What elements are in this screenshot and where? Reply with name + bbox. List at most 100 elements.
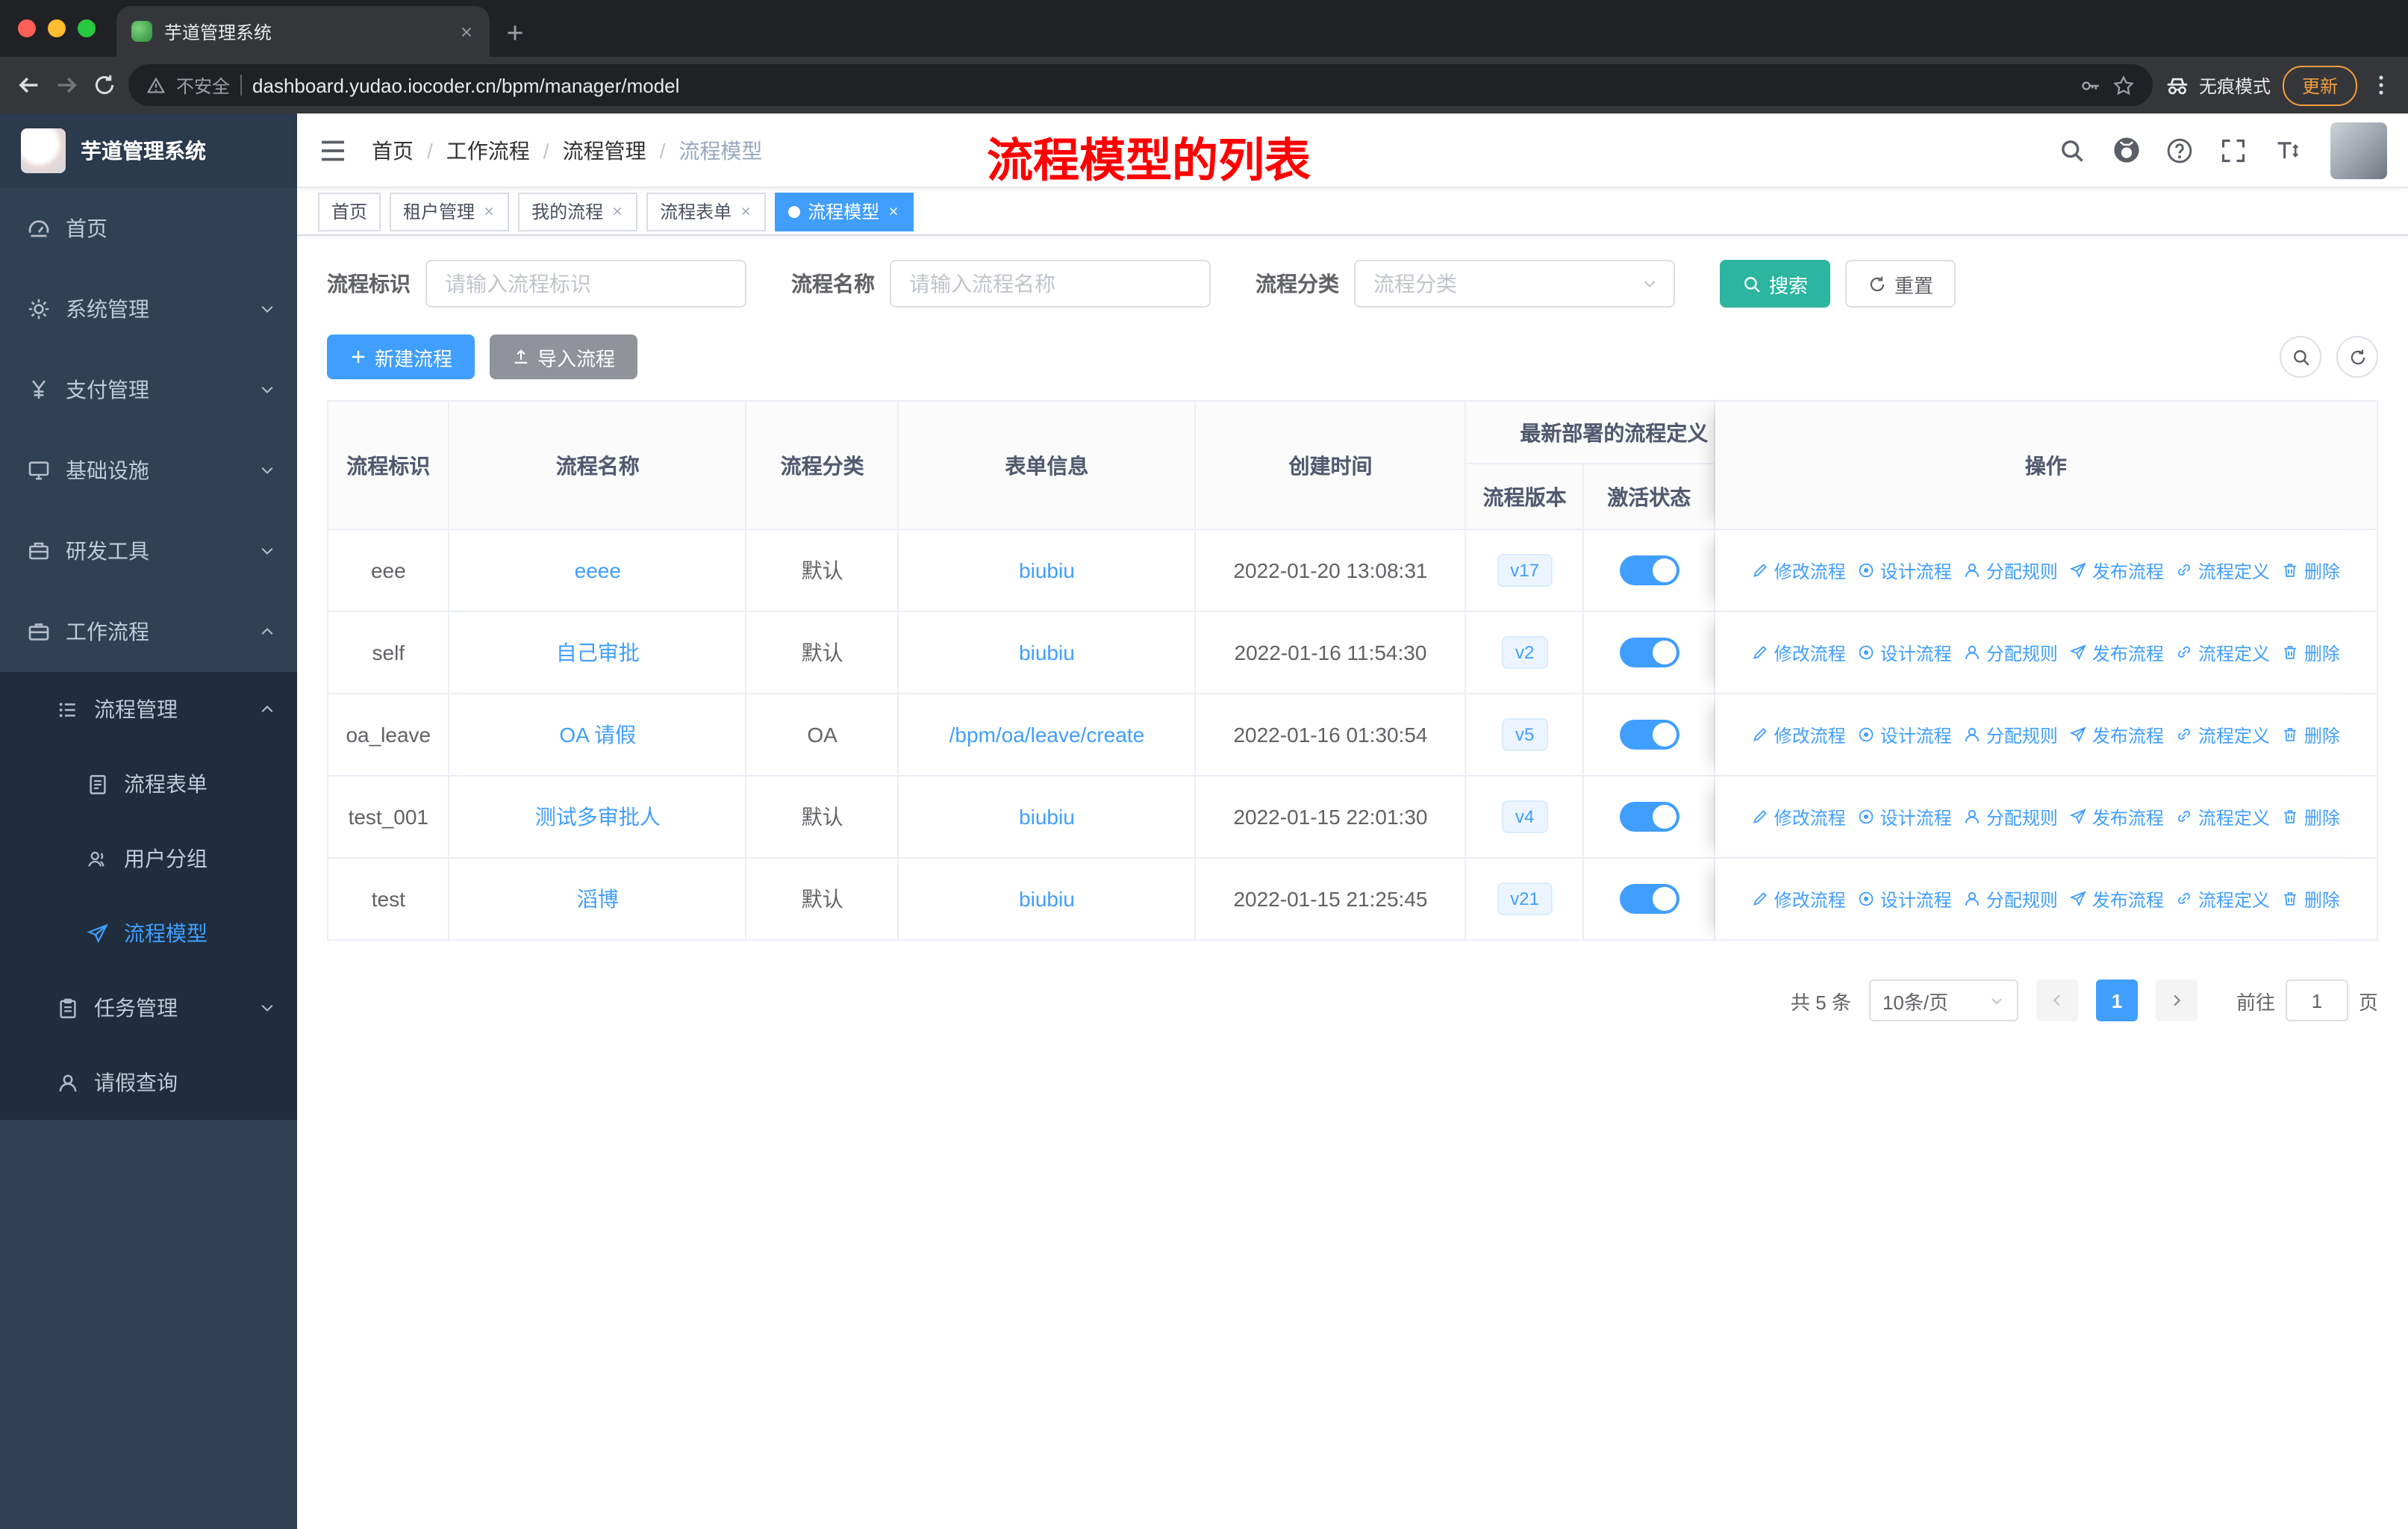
toggle-search-button[interactable] [2280,336,2321,378]
action-delete-link[interactable]: 删除 [2282,886,2340,912]
action-edit-link[interactable]: 修改流程 [1752,558,1846,583]
sidebar-item-leave-query[interactable]: 请假查询 [0,1045,297,1120]
active-status-toggle[interactable] [1619,802,1679,832]
prev-page-button[interactable] [2036,980,2078,1021]
action-publish-link[interactable]: 发布流程 [2070,804,2164,829]
sidebar-item-home[interactable]: 首页 [0,188,297,269]
action-publish-link[interactable]: 发布流程 [2070,722,2164,747]
action-publish-link[interactable]: 发布流程 [2070,886,2164,912]
form-link[interactable]: biubiu [1019,805,1075,829]
action-definition-link[interactable]: 流程定义 [2176,886,2270,912]
process-name-link[interactable]: 自己审批 [556,641,640,664]
action-delete-link[interactable]: 删除 [2282,558,2340,583]
form-link[interactable]: biubiu [1019,641,1075,664]
active-status-toggle[interactable] [1619,720,1679,750]
header-search-icon[interactable] [2053,131,2092,169]
tag-tenant[interactable]: 租户管理 [390,192,510,231]
browser-update-button[interactable]: 更新 [2282,65,2357,105]
sidebar-item-process-form[interactable]: 流程表单 [0,747,297,821]
process-name-link[interactable]: 测试多审批人 [535,805,661,829]
forward-icon[interactable] [54,72,81,99]
version-badge[interactable]: v2 [1501,636,1548,669]
action-assign-link[interactable]: 分配规则 [1964,886,2058,912]
action-definition-link[interactable]: 流程定义 [2176,640,2270,665]
tag-close-icon[interactable] [611,205,624,218]
form-link[interactable]: biubiu [1019,558,1075,582]
tab-close-icon[interactable] [458,23,475,40]
sidebar-item-infrastructure[interactable]: 基础设施 [0,430,297,511]
action-delete-link[interactable]: 删除 [2282,804,2340,829]
version-badge[interactable]: v5 [1501,718,1548,751]
page-size-select[interactable]: 10条/页 [1868,980,2018,1021]
next-page-button[interactable] [2155,980,2198,1021]
sidebar-item-process-management[interactable]: 流程管理 [0,672,297,747]
search-button[interactable]: 搜索 [1720,260,1831,308]
page-number-button[interactable]: 1 [2095,980,2138,1021]
fullscreen-icon[interactable] [2214,131,2253,169]
breadcrumb-item[interactable]: 首页 [372,135,446,165]
help-icon[interactable] [2160,131,2199,169]
breadcrumb-item[interactable]: 工作流程 [446,135,563,165]
action-edit-link[interactable]: 修改流程 [1752,886,1846,912]
action-definition-link[interactable]: 流程定义 [2176,558,2270,583]
process-name-input[interactable] [890,260,1211,308]
new-tab-button[interactable] [505,22,525,43]
process-name-link[interactable]: eeee [575,558,621,582]
window-zoom-button[interactable] [78,19,96,37]
action-design-link[interactable]: 设计流程 [1858,804,1952,829]
version-badge[interactable]: v4 [1501,800,1548,833]
action-edit-link[interactable]: 修改流程 [1752,804,1846,829]
sidebar-item-process-model[interactable]: 流程模型 [0,896,297,971]
address-bar[interactable]: 不安全 dashboard.yudao.iocoder.cn/bpm/manag… [128,64,2153,106]
import-process-button[interactable]: 导入流程 [490,334,638,379]
action-design-link[interactable]: 设计流程 [1858,558,1952,583]
sidebar-item-payment[interactable]: 支付管理 [0,349,297,430]
active-status-toggle[interactable] [1619,638,1679,667]
sidebar-item-task-management[interactable]: 任务管理 [0,971,297,1045]
action-edit-link[interactable]: 修改流程 [1752,640,1846,665]
action-design-link[interactable]: 设计流程 [1858,722,1952,747]
process-key-input[interactable] [425,260,746,308]
create-process-button[interactable]: 新建流程 [327,334,475,379]
reset-button[interactable]: 重置 [1845,260,1956,308]
back-icon[interactable] [15,72,42,99]
hamburger-icon[interactable] [318,135,348,165]
sidebar-item-user-group[interactable]: 用户分组 [0,821,297,896]
font-size-icon[interactable] [2268,131,2306,169]
user-avatar[interactable] [2330,122,2387,178]
tag-my-process[interactable]: 我的流程 [518,192,638,231]
action-assign-link[interactable]: 分配规则 [1964,804,2058,829]
tag-home[interactable]: 首页 [318,192,381,231]
active-status-toggle[interactable] [1619,884,1679,914]
window-minimize-button[interactable] [48,19,66,37]
action-delete-link[interactable]: 删除 [2282,722,2340,747]
form-link[interactable]: biubiu [1019,887,1075,911]
github-icon[interactable] [2106,131,2145,169]
password-key-icon[interactable] [2080,74,2102,96]
version-badge[interactable]: v17 [1497,554,1553,587]
active-status-toggle[interactable] [1619,555,1679,585]
form-link[interactable]: /bpm/oa/leave/create [949,723,1145,747]
action-design-link[interactable]: 设计流程 [1858,640,1952,665]
not-secure-warning-icon[interactable] [146,75,166,95]
action-design-link[interactable]: 设计流程 [1858,886,1952,912]
sidebar-item-system[interactable]: 系统管理 [0,269,297,349]
action-definition-link[interactable]: 流程定义 [2176,804,2270,829]
process-name-link[interactable]: OA 请假 [559,723,636,747]
sidebar-item-devtools[interactable]: 研发工具 [0,511,297,591]
process-category-select[interactable]: 流程分类 [1354,260,1675,308]
action-publish-link[interactable]: 发布流程 [2070,640,2164,665]
browser-tab[interactable]: 芋道管理系统 [116,6,490,57]
action-definition-link[interactable]: 流程定义 [2176,722,2270,747]
breadcrumb-item[interactable]: 流程管理 [563,135,679,165]
action-assign-link[interactable]: 分配规则 [1964,640,2058,665]
sidebar-item-workflow[interactable]: 工作流程 [0,591,297,672]
bookmark-star-icon[interactable] [2112,74,2135,96]
window-close-button[interactable] [18,19,36,37]
action-assign-link[interactable]: 分配规则 [1964,722,2058,747]
refresh-table-button[interactable] [2336,336,2378,378]
tag-process-form[interactable]: 流程表单 [646,192,767,231]
tag-process-model[interactable]: 流程模型 [775,192,914,231]
action-publish-link[interactable]: 发布流程 [2070,558,2164,583]
action-edit-link[interactable]: 修改流程 [1752,722,1846,747]
